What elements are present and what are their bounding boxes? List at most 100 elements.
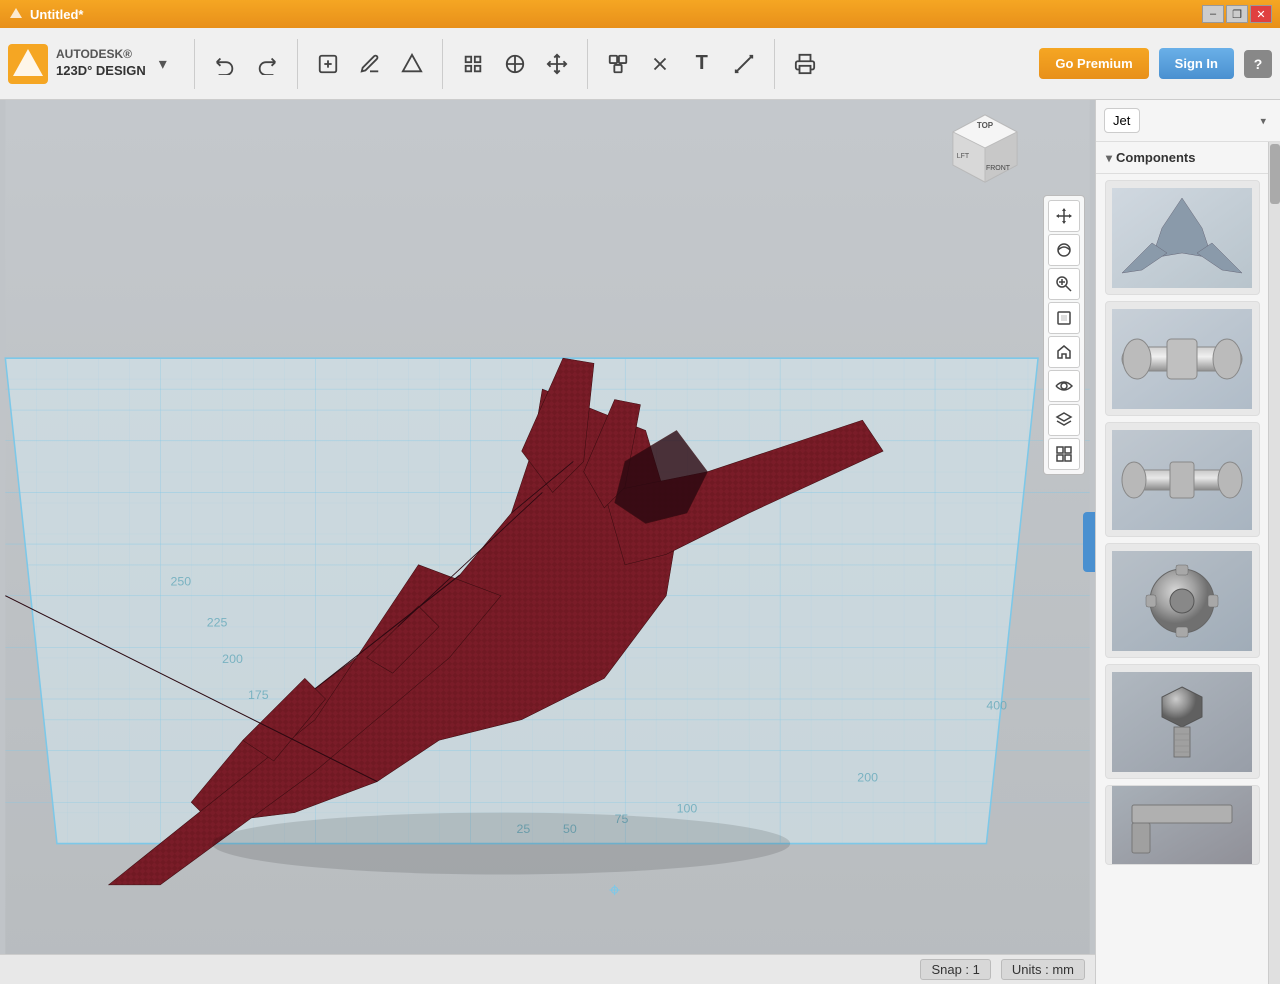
sep-2	[297, 39, 298, 89]
collapse-icon[interactable]: ▾	[1106, 151, 1112, 165]
text-icon: T	[696, 52, 708, 75]
viewport-toolbar	[1043, 195, 1085, 475]
pattern-button[interactable]	[495, 44, 535, 84]
eye-icon	[1055, 377, 1073, 395]
right-panel: Jet ▾ Components	[1095, 100, 1280, 984]
fit-icon	[1055, 309, 1073, 327]
sketch-button[interactable]	[350, 44, 390, 84]
component-item-bracket[interactable]	[1105, 785, 1260, 865]
text-button[interactable]: T	[682, 44, 722, 84]
pan-button[interactable]	[1048, 200, 1080, 232]
title-bar-left: Untitled*	[8, 6, 83, 22]
category-select-wrapper: Jet	[1104, 108, 1272, 133]
go-premium-button[interactable]: Go Premium	[1039, 48, 1148, 79]
snap-status[interactable]: Snap : 1	[920, 959, 990, 980]
modify-button[interactable]	[453, 44, 493, 84]
transform-button[interactable]	[537, 44, 577, 84]
fit-button[interactable]	[1048, 302, 1080, 334]
category-select[interactable]: Jet	[1104, 108, 1140, 133]
components-header: ▾ Components	[1096, 142, 1268, 174]
scroll-thumb[interactable]	[1270, 144, 1280, 204]
sep-5	[774, 39, 775, 89]
help-button[interactable]: ?	[1244, 50, 1272, 78]
scene-svg: 250 225 200 175 150 25 50 75 100 200 400	[0, 100, 1095, 984]
component-connector2-preview	[1112, 430, 1252, 530]
brand-logo	[8, 44, 48, 84]
canvas-area[interactable]: 250 225 200 175 150 25 50 75 100 200 400	[0, 100, 1095, 984]
redo-button[interactable]	[247, 44, 287, 84]
main-area: 250 225 200 175 150 25 50 75 100 200 400	[0, 100, 1280, 984]
home-view-button[interactable]	[1048, 336, 1080, 368]
snap-grid-icon	[1055, 445, 1073, 463]
component-jet-preview	[1112, 188, 1252, 288]
status-bar: Snap : 1 Units : mm	[0, 954, 1095, 984]
measure-button[interactable]	[724, 44, 764, 84]
component-item-jet[interactable]	[1105, 180, 1260, 295]
svg-text:175: 175	[248, 688, 269, 702]
transform-icon	[546, 53, 568, 75]
primitives-button[interactable]	[392, 44, 432, 84]
sep-3	[442, 39, 443, 89]
layers-icon	[1055, 411, 1073, 429]
eye-button[interactable]	[1048, 370, 1080, 402]
svg-text:LFT: LFT	[957, 153, 970, 160]
title-bar-controls: – ❐ ✕	[1202, 5, 1272, 23]
restore-button[interactable]: ❐	[1226, 5, 1248, 23]
nav-cube[interactable]: TOP LFT FRONT	[945, 110, 1025, 190]
component-bracket-preview	[1112, 785, 1252, 865]
pattern-icon	[504, 53, 526, 75]
brand: AUTODESK® 123D° DESIGN ▾	[8, 44, 172, 84]
layers-button[interactable]	[1048, 404, 1080, 436]
delete-icon	[649, 53, 671, 75]
title-bar: Untitled* – ❐ ✕	[0, 0, 1280, 28]
product-label: 123D° DESIGN	[56, 63, 146, 80]
print3d-button[interactable]	[785, 44, 825, 84]
component-connector1-preview	[1112, 309, 1252, 409]
minimize-button[interactable]: –	[1202, 5, 1224, 23]
component-item-connector2[interactable]	[1105, 422, 1260, 537]
merge-button[interactable]	[598, 44, 638, 84]
viewport: 250 225 200 175 150 25 50 75 100 200 400	[0, 100, 1095, 984]
measure-icon	[733, 53, 755, 75]
panel-header: Jet	[1096, 100, 1280, 142]
svg-text:250: 250	[171, 574, 192, 588]
nav-cube-svg: TOP LFT FRONT	[945, 110, 1025, 190]
undo-icon	[214, 53, 236, 75]
component-item-bolt[interactable]	[1105, 664, 1260, 779]
sign-in-button[interactable]: Sign In	[1159, 48, 1234, 79]
window-title: Untitled*	[30, 7, 83, 22]
panel-expand-tab[interactable]	[1083, 512, 1095, 572]
new-object-icon	[317, 53, 339, 75]
component-gear-preview	[1112, 551, 1252, 651]
home-view-icon	[1055, 343, 1073, 361]
autodesk-label: AUTODESK®	[56, 47, 146, 63]
panel-content: ▾ Components	[1096, 142, 1268, 984]
app-icon	[8, 6, 24, 22]
delete-button[interactable]	[640, 44, 680, 84]
svg-text:100: 100	[677, 802, 698, 816]
snap-grid-button[interactable]	[1048, 438, 1080, 470]
primitives-icon	[401, 53, 423, 75]
new-object-button[interactable]	[308, 44, 348, 84]
merge-icon	[607, 53, 629, 75]
tools-group-3: T	[598, 44, 764, 84]
zoom-icon	[1055, 275, 1073, 293]
orbit-icon	[1055, 241, 1073, 259]
component-item-connector1[interactable]	[1105, 301, 1260, 416]
orbit-button[interactable]	[1048, 234, 1080, 266]
component-item-gear[interactable]	[1105, 543, 1260, 658]
svg-text:400: 400	[986, 698, 1007, 712]
components-label: Components	[1116, 150, 1195, 165]
panel-scrollbar[interactable]	[1268, 142, 1280, 984]
undo-button[interactable]	[205, 44, 245, 84]
modify-icon	[462, 53, 484, 75]
print3d-icon	[794, 53, 816, 75]
brand-dropdown-button[interactable]: ▾	[154, 55, 172, 73]
units-status[interactable]: Units : mm	[1001, 959, 1085, 980]
svg-text:200: 200	[222, 652, 243, 666]
svg-text:FRONT: FRONT	[986, 165, 1011, 172]
close-button[interactable]: ✕	[1250, 5, 1272, 23]
zoom-button[interactable]	[1048, 268, 1080, 300]
svg-text:TOP: TOP	[977, 121, 994, 130]
component-bolt-preview	[1112, 672, 1252, 772]
